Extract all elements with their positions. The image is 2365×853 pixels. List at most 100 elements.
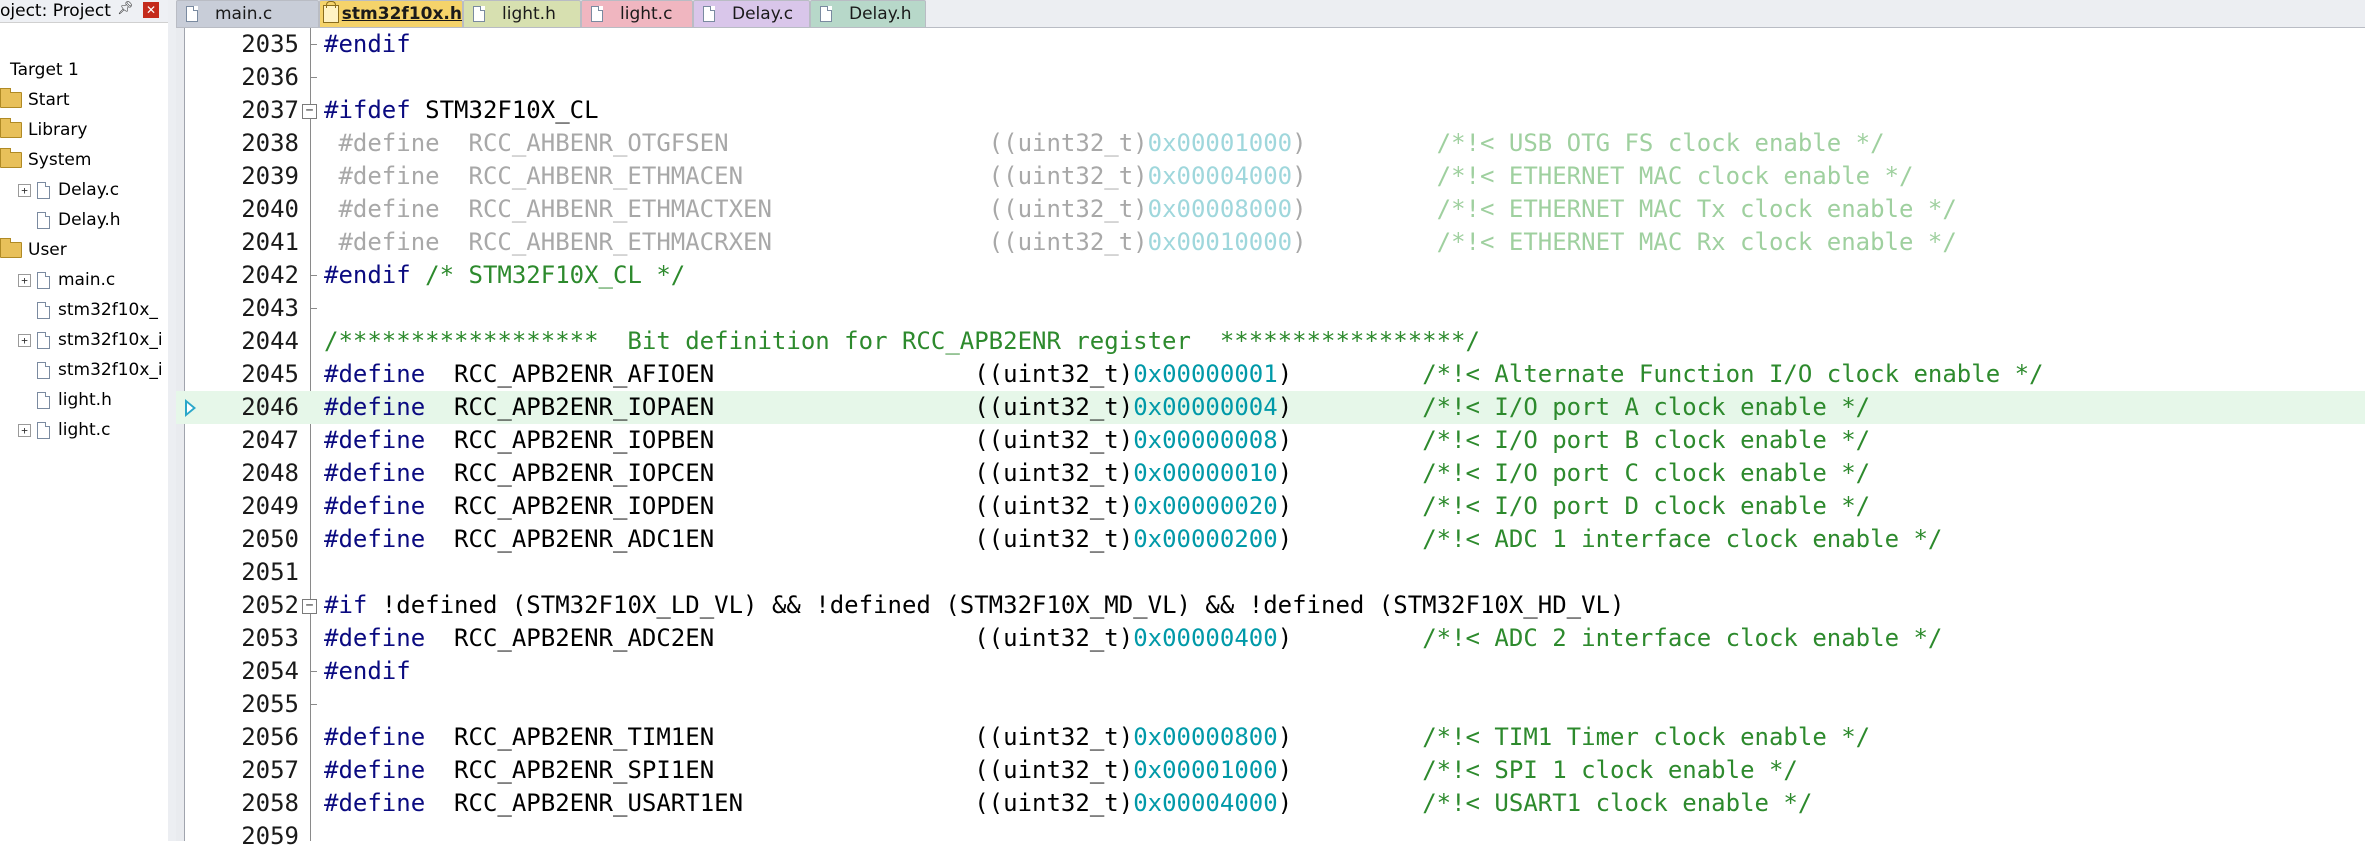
code-token: ((uint32_t): [988, 228, 1148, 256]
code-token: 0x00000800: [1133, 723, 1278, 751]
code-line[interactable]: 2053 #define RCC_APB2ENR_ADC2EN ((uint32_…: [176, 622, 2365, 655]
file-icon: [37, 181, 50, 199]
line-number: 2050: [241, 525, 299, 553]
code-token: ((uint32_t): [974, 492, 1134, 520]
code-token: ): [1277, 723, 1423, 751]
code-line[interactable]: 2057 #define RCC_APB2ENR_SPI1EN ((uint32_…: [176, 754, 2365, 787]
tree-item-light-c[interactable]: + light.c: [18, 416, 110, 444]
line-number: 2046: [241, 393, 299, 421]
code-line[interactable]: 2041 #define RCC_AHBENR_ETHMACRXEN ((uin…: [176, 226, 2365, 259]
code-text: #if !defined (STM32F10X_LD_VL) && !defin…: [324, 589, 1624, 622]
tree-item-delay-h[interactable]: Delay.h: [18, 206, 121, 234]
tree-item-main-c[interactable]: + main.c: [18, 266, 115, 294]
code-token: /*!< USB OTG FS clock enable */: [1436, 129, 1885, 157]
close-icon[interactable]: ✕: [143, 2, 159, 18]
expand-icon[interactable]: +: [18, 333, 31, 347]
code-token: RCC_APB2ENR_IOPDEN: [425, 492, 975, 520]
code-line[interactable]: 2049 #define RCC_APB2ENR_IOPDEN ((uint32_…: [176, 490, 2365, 523]
tree-item-light-h[interactable]: light.h: [18, 386, 112, 414]
code-line[interactable]: 2039 #define RCC_AHBENR_ETHMACEN ((uint3…: [176, 160, 2365, 193]
tree-item-library[interactable]: Library: [0, 116, 87, 144]
code-token: RCC_APB2ENR_AFIOEN: [425, 360, 975, 388]
code-line[interactable]: 2056 #define RCC_APB2ENR_TIM1EN ((uint32_…: [176, 721, 2365, 754]
tree-item-user[interactable]: User: [0, 236, 67, 264]
code-line[interactable]: 2052− #if !defined (STM32F10X_LD_VL) && !…: [176, 589, 2365, 622]
tab-icon-holder: [320, 1, 342, 23]
tab-main-c[interactable]: main.c: [176, 0, 319, 27]
code-line[interactable]: 2035 #endif: [176, 28, 2365, 61]
tree-item-system[interactable]: System: [0, 146, 91, 174]
tab-delay-c[interactable]: Delay.c: [693, 0, 810, 27]
code-token: STM32F10X_CL: [410, 96, 599, 124]
code-line[interactable]: 2055: [176, 688, 2365, 721]
tab-light-h[interactable]: light.h: [463, 0, 581, 27]
code-line[interactable]: 2046 #define RCC_APB2ENR_IOPAEN ((uint32_…: [176, 391, 2365, 424]
code-line[interactable]: 2054 #endif: [176, 655, 2365, 688]
line-number: 2035: [241, 30, 299, 58]
fold-end-mark: [310, 308, 317, 309]
code-text: #define RCC_AHBENR_OTGFSEN ((uint32_t)0x…: [324, 127, 1885, 160]
fold-end-mark: [310, 704, 317, 705]
line-number: 2054: [241, 657, 299, 685]
code-line[interactable]: 2042 #endif /* STM32F10X_CL */: [176, 259, 2365, 292]
tab-label: light.h: [502, 4, 556, 24]
code-text: #define RCC_APB2ENR_ADC2EN ((uint32_t)0x…: [324, 622, 1942, 655]
code-line[interactable]: 2050 #define RCC_APB2ENR_ADC1EN ((uint32_…: [176, 523, 2365, 556]
code-line[interactable]: 2048 #define RCC_APB2ENR_IOPCEN ((uint32_…: [176, 457, 2365, 490]
line-number: 2058: [241, 789, 299, 817]
tree-item-delay-c[interactable]: + Delay.c: [18, 176, 119, 204]
code-line[interactable]: 2051: [176, 556, 2365, 589]
code-token: /*!< I/O port C clock enable */: [1422, 459, 1871, 487]
expand-icon[interactable]: +: [18, 183, 31, 197]
code-token: RCC_APB2ENR_ADC2EN: [425, 624, 975, 652]
code-text: #define RCC_APB2ENR_IOPAEN ((uint32_t)0x…: [324, 391, 1870, 424]
file-icon: [703, 6, 715, 22]
expand-icon[interactable]: +: [18, 273, 31, 287]
tree-item-stm32f10x-i[interactable]: + stm32f10x_i: [18, 326, 163, 354]
code-line[interactable]: 2047 #define RCC_APB2ENR_IOPBEN ((uint32_…: [176, 424, 2365, 457]
code-token: ((uint32_t): [988, 162, 1148, 190]
code-line[interactable]: 2044 /****************** Bit definition f…: [176, 325, 2365, 358]
code-line[interactable]: 2040 #define RCC_AHBENR_ETHMACTXEN ((uin…: [176, 193, 2365, 226]
file-icon: [820, 6, 832, 22]
collapse-icon[interactable]: −: [302, 104, 317, 119]
code-editor[interactable]: 2035 #endif 2036 2037− #ifdef STM32F10X_CL 20…: [176, 28, 2365, 850]
code-line[interactable]: 2038 #define RCC_AHBENR_OTGFSEN ((uint32…: [176, 127, 2365, 160]
code-line[interactable]: 2043: [176, 292, 2365, 325]
code-line[interactable]: 2059: [176, 820, 2365, 853]
tab-stm32f10x-h[interactable]: stm32f10x.h: [319, 0, 463, 27]
tree-item-stm32f10x-i[interactable]: stm32f10x_i: [18, 356, 163, 384]
line-number: 2056: [241, 723, 299, 751]
code-token: /*!< I/O port B clock enable */: [1422, 426, 1871, 454]
code-text: #define RCC_APB2ENR_IOPCEN ((uint32_t)0x…: [324, 457, 1870, 490]
code-token: ((uint32_t): [988, 195, 1148, 223]
code-line[interactable]: 2036: [176, 61, 2365, 94]
code-token: RCC_APB2ENR_SPI1EN: [425, 756, 975, 784]
code-line[interactable]: 2037− #ifdef STM32F10X_CL: [176, 94, 2365, 127]
tab-icon-holder: [694, 6, 732, 22]
line-number: 2053: [241, 624, 299, 652]
code-token: ): [1277, 426, 1423, 454]
folder-open-icon: [0, 238, 22, 258]
line-number: 2038: [241, 129, 299, 157]
expand-icon[interactable]: +: [18, 423, 31, 437]
collapse-icon[interactable]: −: [302, 599, 317, 614]
code-line[interactable]: 2058 #define RCC_APB2ENR_USART1EN ((uint3…: [176, 787, 2365, 820]
code-token: #define: [324, 162, 440, 190]
tab-light-c[interactable]: light.c: [581, 0, 693, 27]
tree-item-label: Start: [28, 90, 70, 110]
code-token: ): [1277, 393, 1423, 421]
code-token: 0x00000020: [1133, 492, 1278, 520]
code-line[interactable]: 2045 #define RCC_APB2ENR_AFIOEN ((uint32_…: [176, 358, 2365, 391]
line-number: 2059: [241, 822, 299, 850]
code-token: ): [1277, 624, 1423, 652]
code-token: #endif: [324, 261, 411, 289]
code-token: 0x00004000: [1147, 162, 1293, 190]
line-number: 2042: [241, 261, 299, 289]
pin-icon[interactable]: 📌︎: [117, 1, 134, 17]
tree-item-target-1[interactable]: Target 1: [0, 56, 79, 84]
tree-item-stm32f10x[interactable]: stm32f10x_: [18, 296, 158, 324]
code-text: #define RCC_AHBENR_ETHMACEN ((uint32_t)0…: [324, 160, 1913, 193]
tree-item-start[interactable]: Start: [0, 86, 70, 114]
tab-delay-h[interactable]: Delay.h: [810, 0, 926, 27]
